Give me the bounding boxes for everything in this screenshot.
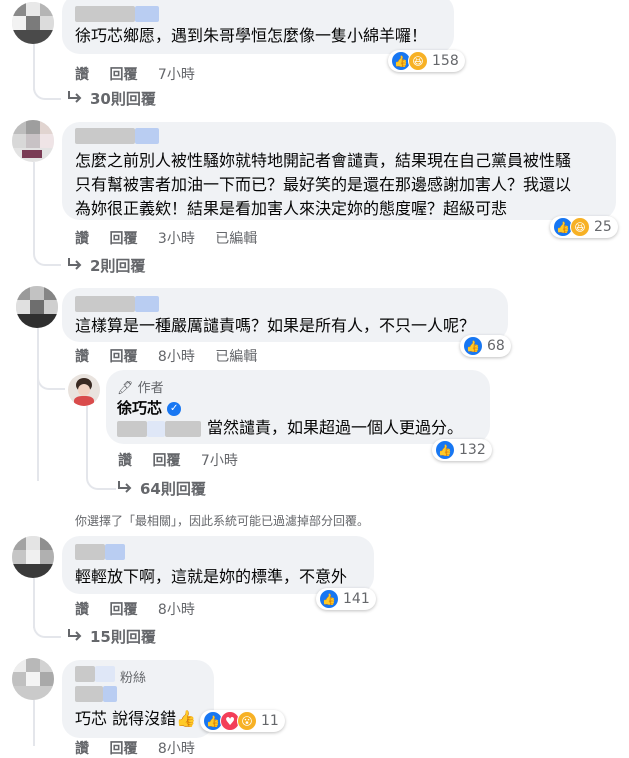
like-button[interactable]: 讚 [75, 64, 89, 84]
commenter-name-blurred[interactable] [135, 128, 159, 144]
haha-reaction-icon: 😆 [570, 217, 590, 237]
commenter-name-blurred[interactable] [75, 686, 103, 702]
like-button[interactable]: 讚 [75, 228, 89, 248]
author-name[interactable]: 徐巧芯 ✓ [117, 397, 182, 418]
commenter-name-blurred[interactable] [95, 666, 115, 682]
like-button[interactable]: 讚 [118, 450, 132, 470]
like-button[interactable]: 讚 [75, 346, 89, 366]
pen-icon: 🖊 [117, 381, 134, 396]
reaction-summary[interactable]: 👍 68 [460, 335, 511, 357]
avatar[interactable] [12, 536, 54, 578]
timestamp[interactable]: 8小時 [158, 346, 195, 366]
reply-button[interactable]: 回覆 [109, 228, 137, 248]
view-replies-button[interactable]: 30則回覆 [66, 88, 156, 109]
view-replies-button[interactable]: 2則回覆 [66, 255, 145, 276]
timestamp[interactable]: 8小時 [158, 738, 195, 758]
verified-badge-icon: ✓ [167, 401, 182, 416]
like-reaction-icon: 👍 [319, 589, 339, 609]
thread-connector [33, 78, 61, 100]
author-reply-text: 當然譴責，如果超過一個人更過分。 [207, 418, 464, 437]
timestamp[interactable]: 3小時 [158, 228, 195, 248]
comment-text: 這樣算是一種嚴厲譴責嗎？如果是所有人，不只一人呢？ [75, 316, 476, 335]
commenter-name-blurred[interactable] [75, 666, 95, 682]
mentioned-name-blurred[interactable] [165, 421, 201, 437]
haha-reaction-icon: 😆 [408, 51, 428, 71]
reply-button[interactable]: 回覆 [109, 346, 137, 366]
view-replies-button[interactable]: 64則回覆 [116, 478, 206, 499]
author-badge: 🖊 作者 [117, 381, 164, 396]
like-reaction-icon: 👍 [463, 336, 483, 356]
commenter-name-blurred[interactable] [75, 6, 135, 22]
thread-line [33, 162, 35, 252]
reply-button[interactable]: 回覆 [109, 64, 137, 84]
reply-button[interactable]: 回覆 [109, 738, 137, 758]
comment-actions: 讚 回覆 8小時 [75, 599, 211, 619]
reaction-summary[interactable]: 👍 😆 25 [550, 216, 618, 238]
thread-connector [37, 368, 65, 390]
wow-reaction-icon: 😮 [237, 711, 257, 731]
commenter-name-blurred[interactable] [75, 296, 135, 312]
comment-actions: 讚 回覆 3小時 已編輯 [75, 228, 273, 248]
comment-text: 巧芯 說得沒錯👍 [75, 709, 197, 728]
commenter-name-blurred[interactable] [105, 544, 125, 560]
comment-actions: 讚 回覆 7小時 [75, 64, 211, 84]
avatar[interactable] [12, 658, 54, 700]
edited-label: 已編輯 [215, 349, 258, 365]
mentioned-name-blurred[interactable] [147, 421, 165, 437]
comment-text-line: 只有幫被害者加油一下而已？最好笑的是還在那邊感謝加害人？我還以 [75, 175, 572, 194]
comment-text: 徐巧芯鄉愿，遇到朱哥學恒怎麼像一隻小綿羊囉！ [75, 26, 428, 45]
comment-actions: 讚 回覆 8小時 [75, 738, 211, 758]
reaction-summary[interactable]: 👍 😆 158 [388, 50, 465, 72]
reply-arrow-icon [118, 481, 132, 493]
commenter-name-blurred[interactable] [135, 6, 159, 22]
thread-connector [33, 618, 61, 638]
commenter-name-blurred[interactable] [75, 544, 105, 560]
reply-button[interactable]: 回覆 [109, 599, 137, 619]
thread-connector [33, 248, 61, 266]
reply-button[interactable]: 回覆 [152, 450, 180, 470]
comment-text-line: 怎麼之前別人被性騷妳就特地開記者會譴責，結果現在自己黨員被性騷 [75, 151, 572, 170]
view-replies-button[interactable]: 15則回覆 [66, 626, 156, 647]
timestamp[interactable]: 7小時 [201, 450, 238, 470]
commenter-name-blurred[interactable] [75, 128, 135, 144]
thread-line [37, 326, 39, 481]
reaction-summary[interactable]: 👍 ♥ 😮 11 [200, 710, 285, 732]
filter-notice: 你選擇了「最相關」，因此系統可能已過濾掉部分回覆。 [75, 514, 370, 528]
avatar[interactable] [12, 2, 54, 44]
like-button[interactable]: 讚 [75, 738, 89, 758]
comment-actions: 讚 回覆 8小時 已編輯 [75, 346, 273, 366]
reply-arrow-icon [68, 91, 82, 103]
like-button[interactable]: 讚 [75, 599, 89, 619]
timestamp[interactable]: 8小時 [158, 599, 195, 619]
thread-connector [86, 466, 116, 490]
comment-text: 輕輕放下啊，這就是妳的標準，不意外 [75, 567, 348, 586]
edited-label: 已編輯 [215, 231, 258, 247]
timestamp[interactable]: 7小時 [158, 64, 195, 84]
author-avatar[interactable] [68, 374, 100, 406]
avatar[interactable] [12, 120, 54, 162]
comment-text-line: 為妳很正義欸！結果是看加害人來決定妳的態度喔？超級可悲 [75, 199, 508, 218]
commenter-name-blurred[interactable] [103, 686, 117, 702]
avatar[interactable] [16, 286, 58, 328]
fan-badge: 粉絲 [120, 671, 147, 686]
reply-arrow-icon [68, 629, 82, 641]
reply-arrow-icon [68, 258, 82, 270]
mentioned-name-blurred[interactable] [117, 421, 147, 437]
comment-actions: 讚 回覆 7小時 [118, 450, 254, 470]
reaction-summary[interactable]: 👍 141 [316, 588, 376, 610]
reaction-summary[interactable]: 👍 132 [432, 439, 492, 461]
thread-line [33, 700, 35, 746]
like-reaction-icon: 👍 [435, 440, 455, 460]
commenter-name-blurred[interactable] [135, 296, 159, 312]
